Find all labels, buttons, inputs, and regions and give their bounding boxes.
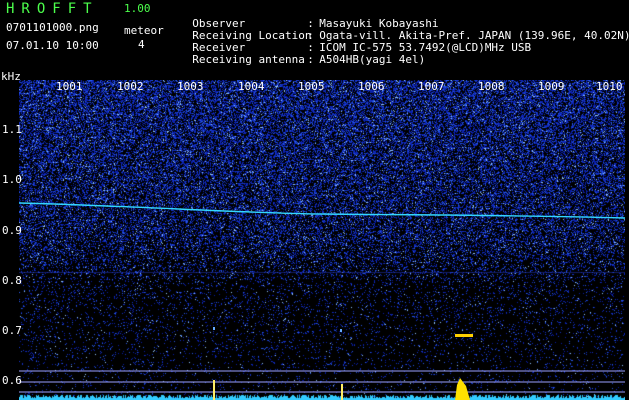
x-tick-label: 1010: [596, 80, 623, 93]
meteor-echo: [213, 327, 215, 330]
info-label: Receiving antenna: [192, 53, 305, 66]
meteor-spike: [455, 378, 470, 400]
x-tick-label: 1004: [238, 80, 265, 93]
x-tick-label: 1006: [358, 80, 385, 93]
y-tick-label: 1.0: [2, 173, 22, 186]
info-row-antenna: Receiving antenna: A504HB(yagi 4el): [179, 40, 425, 66]
info-colon: :: [307, 53, 314, 66]
meteor-echo: [455, 334, 473, 337]
y-tick-label: 0.9: [2, 224, 22, 237]
carrier-trace: [19, 202, 625, 219]
x-tick-label: 1003: [177, 80, 204, 93]
timestamp: 07.01.10 10:00: [6, 39, 99, 52]
x-tick-label: 1001: [56, 80, 83, 93]
spectrogram-overlay: [19, 202, 625, 400]
y-tick-label: 0.6: [2, 374, 22, 387]
x-tick-label: 1009: [538, 80, 565, 93]
meteor-count: 4: [138, 38, 145, 51]
meteor-spike: [341, 384, 343, 400]
y-unit-label: kHz: [1, 70, 21, 83]
app-title: HROFFT: [6, 1, 99, 17]
meteor-spike: [213, 380, 215, 400]
x-tick-label: 1005: [298, 80, 325, 93]
y-tick-label: 0.8: [2, 274, 22, 287]
meteor-echo: [340, 329, 342, 332]
spectrogram-panel: [19, 80, 625, 400]
file-name: 0701101000.png: [6, 21, 99, 34]
app-version: 1.00: [124, 2, 151, 15]
info-value: A504HB(yagi 4el): [319, 53, 426, 66]
x-tick-label: 1002: [117, 80, 144, 93]
meteor-label: meteor: [124, 24, 164, 37]
y-tick-label: 0.7: [2, 324, 22, 337]
x-tick-label: 1008: [478, 80, 505, 93]
y-tick-label: 1.1: [2, 123, 22, 136]
x-tick-label: 1007: [418, 80, 445, 93]
